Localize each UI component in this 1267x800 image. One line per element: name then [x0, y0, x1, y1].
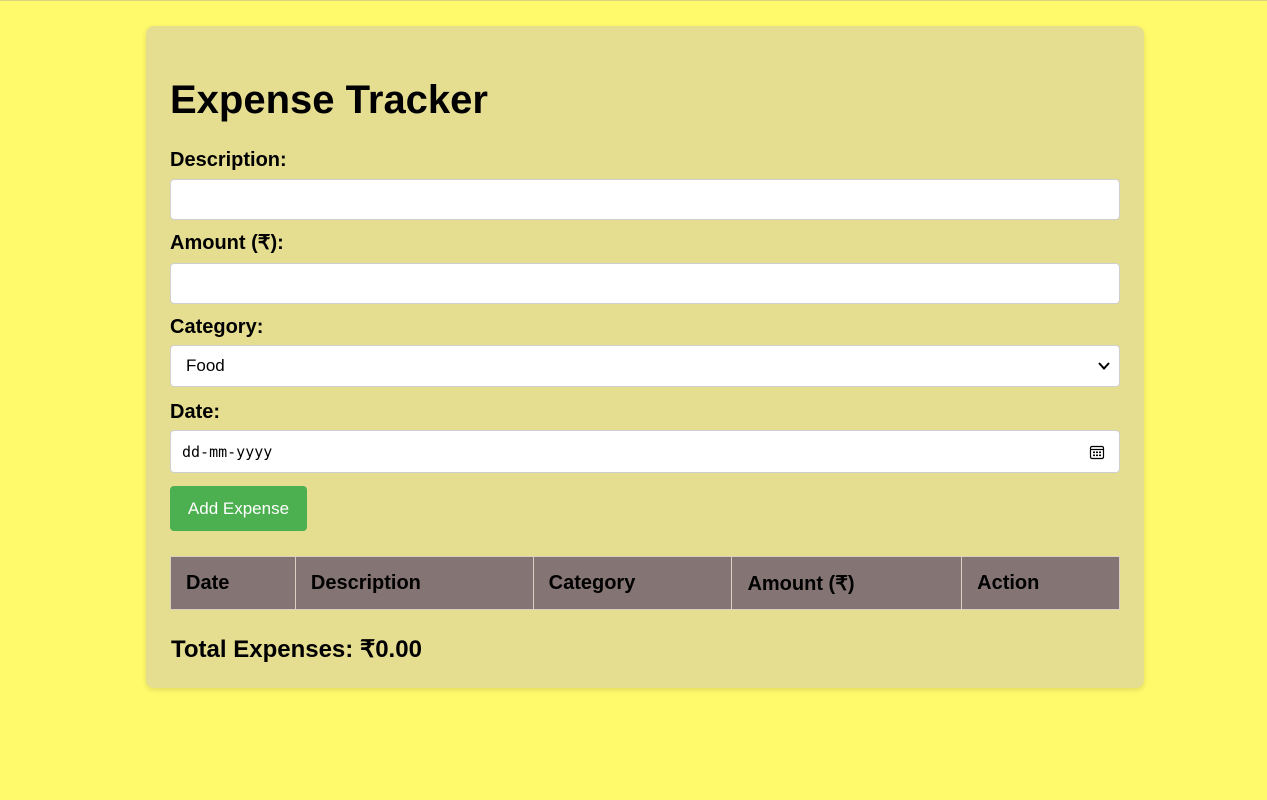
category-select[interactable]: Food: [170, 345, 1120, 387]
description-label: Description:: [170, 149, 287, 171]
date-placeholder: dd-mm-yyyy: [182, 442, 273, 461]
column-header-description: Description: [294, 556, 534, 610]
description-input[interactable]: [170, 179, 1120, 220]
calendar-icon[interactable]: [1089, 444, 1105, 460]
amount-input[interactable]: [170, 263, 1120, 304]
column-header-category: Category: [532, 556, 733, 610]
expense-table: Date Description Category Amount (₹) Act…: [170, 556, 1120, 610]
expense-tracker-card: Expense Tracker Description: Amount (₹):…: [146, 26, 1144, 688]
page-top-border: [0, 0, 1267, 1]
column-header-date: Date: [170, 556, 296, 610]
column-header-action: Action: [961, 556, 1120, 610]
add-expense-button[interactable]: Add Expense: [170, 486, 307, 531]
date-input[interactable]: dd-mm-yyyy: [170, 430, 1120, 473]
chevron-down-icon: [1098, 362, 1110, 370]
amount-label: Amount (₹):: [170, 232, 284, 254]
table-header-row: Date Description Category Amount (₹) Act…: [170, 556, 1120, 610]
category-selected-value: Food: [186, 356, 225, 375]
page-title: Expense Tracker: [170, 78, 488, 122]
total-expenses: Total Expenses: ₹0.00: [171, 636, 422, 663]
category-label: Category:: [170, 316, 264, 338]
date-label: Date:: [170, 401, 221, 423]
column-header-amount: Amount (₹): [731, 556, 963, 610]
